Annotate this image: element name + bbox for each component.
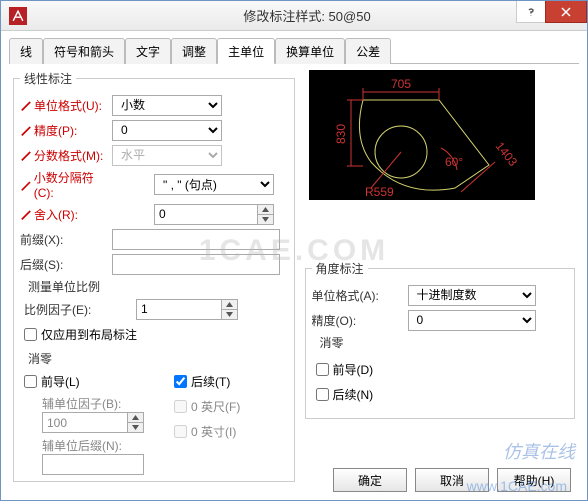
window-buttons (517, 1, 587, 30)
dimension-preview: 705 830 R559 60° 1403 (309, 70, 535, 200)
trailing-label: 后续(T) (191, 373, 230, 390)
layout-only-check-input[interactable] (24, 328, 37, 341)
feet-checkbox: 0 英尺(F) (174, 398, 240, 415)
aux-factor-spinner (128, 412, 144, 433)
ang-trailing-label: 后续(N) (333, 386, 374, 403)
trailing-check-input[interactable] (174, 375, 187, 388)
prefix-label: 前缀(X): (20, 231, 112, 248)
decimal-sep-label: 小数分隔符(C): (20, 169, 112, 200)
angular-dim-legend: 角度标注 (312, 260, 368, 277)
ang-unit-format-label: 单位格式(A): (312, 287, 408, 304)
ang-precision-select[interactable]: 0 (408, 310, 536, 331)
leading-check-input[interactable] (24, 375, 37, 388)
help-button-title[interactable] (516, 1, 546, 23)
factor-spinner[interactable] (222, 299, 238, 320)
preview-dim-angle: 60° (445, 155, 463, 169)
round-spin-down[interactable] (258, 215, 273, 224)
suffix-input[interactable] (112, 254, 280, 275)
ang-trailing-checkbox[interactable]: 后续(N) (316, 386, 374, 403)
layout-only-checkbox[interactable]: 仅应用到布局标注 (24, 326, 137, 343)
tab-bar: 线 符号和箭头 文字 调整 主单位 换算单位 公差 (9, 37, 579, 64)
ang-leading-check-input[interactable] (316, 363, 329, 376)
factor-input[interactable] (136, 299, 222, 320)
ang-zero-legend: 消零 (316, 334, 348, 351)
feet-label: 0 英尺(F) (191, 398, 240, 415)
precision-label: 精度(P): (20, 122, 112, 139)
feet-check-input (174, 400, 187, 413)
fraction-format-label: 分数格式(M): (20, 147, 112, 164)
zero-suppress-group: 消零 前导(L) 辅单位因子(B): (20, 350, 288, 475)
unit-format-label: 单位格式(U): (20, 97, 112, 114)
scale-group: 测量单位比例 比例因子(E): (20, 278, 288, 348)
aux-factor-spin-up (128, 413, 143, 423)
ang-trailing-check-input[interactable] (316, 388, 329, 401)
ang-precision-label: 精度(O): (312, 312, 408, 329)
inch-check-input (174, 425, 187, 438)
tab-line[interactable]: 线 (9, 38, 43, 64)
layout-only-label: 仅应用到布局标注 (41, 326, 137, 343)
tab-text[interactable]: 文字 (125, 38, 171, 64)
leading-label: 前导(L) (41, 373, 80, 390)
round-spin-up[interactable] (258, 205, 273, 215)
tab-adjust[interactable]: 调整 (171, 38, 217, 64)
round-label: 舍入(R): (20, 206, 112, 223)
tab-primary-units[interactable]: 主单位 (217, 38, 275, 64)
ang-leading-checkbox[interactable]: 前导(D) (316, 361, 374, 378)
dialog-button-bar: 确定 取消 帮助(H) (333, 468, 571, 492)
angular-dim-group: 角度标注 单位格式(A): 十进制度数 精度(O): 0 消零 (305, 260, 575, 419)
titlebar: 修改标注样式: 50@50 (1, 1, 587, 31)
cancel-button[interactable]: 取消 (415, 468, 489, 492)
app-icon (9, 7, 27, 25)
round-input[interactable] (154, 204, 258, 225)
trailing-checkbox[interactable]: 后续(T) (174, 373, 230, 390)
preview-dim-top: 705 (391, 77, 411, 91)
factor-label: 比例因子(E): (24, 301, 136, 318)
tab-alt-units[interactable]: 换算单位 (275, 38, 345, 64)
ang-zero-group: 消零 前导(D) 后续(N) (312, 334, 568, 412)
aux-factor-spin-down (128, 423, 143, 432)
aux-suffix-input (42, 454, 144, 475)
zero-suppress-legend: 消零 (24, 350, 56, 367)
unit-format-select[interactable]: 小数 (112, 95, 222, 116)
round-spinner[interactable] (258, 204, 274, 225)
aux-factor-label: 辅单位因子(B): (42, 395, 144, 412)
aux-suffix-label: 辅单位后缀(N): (42, 437, 144, 454)
preview-dim-left: 830 (334, 124, 348, 144)
factor-spin-up[interactable] (222, 300, 237, 310)
fraction-format-select: 水平 (112, 145, 222, 166)
linear-dim-group: 线性标注 单位格式(U): 小数 精度(P): (13, 70, 295, 482)
prefix-input[interactable] (112, 229, 280, 250)
close-button[interactable] (545, 1, 587, 23)
decimal-sep-select[interactable]: " , " (句点) (154, 174, 274, 195)
preview-dim-right: 1403 (492, 139, 520, 169)
preview-dim-radius: R559 (365, 185, 394, 199)
ang-unit-format-select[interactable]: 十进制度数 (408, 285, 536, 306)
precision-select[interactable]: 0 (112, 120, 222, 141)
aux-factor-input (42, 412, 128, 433)
inch-checkbox: 0 英寸(I) (174, 423, 236, 440)
help-button[interactable]: 帮助(H) (497, 468, 571, 492)
suffix-label: 后缀(S): (20, 256, 112, 273)
linear-dim-legend: 线性标注 (20, 70, 76, 87)
dialog-title: 修改标注样式: 50@50 (27, 6, 587, 25)
ang-leading-label: 前导(D) (333, 361, 374, 378)
tab-symbols-arrows[interactable]: 符号和箭头 (43, 38, 125, 64)
dialog-window: 修改标注样式: 50@50 线 符号和箭头 文字 调整 主单位 换算单位 公差 … (0, 0, 588, 501)
ok-button[interactable]: 确定 (333, 468, 407, 492)
scale-legend: 测量单位比例 (24, 278, 104, 295)
inch-label: 0 英寸(I) (191, 423, 236, 440)
factor-spin-down[interactable] (222, 310, 237, 319)
leading-checkbox[interactable]: 前导(L) (24, 373, 80, 390)
tab-tolerance[interactable]: 公差 (345, 38, 391, 64)
